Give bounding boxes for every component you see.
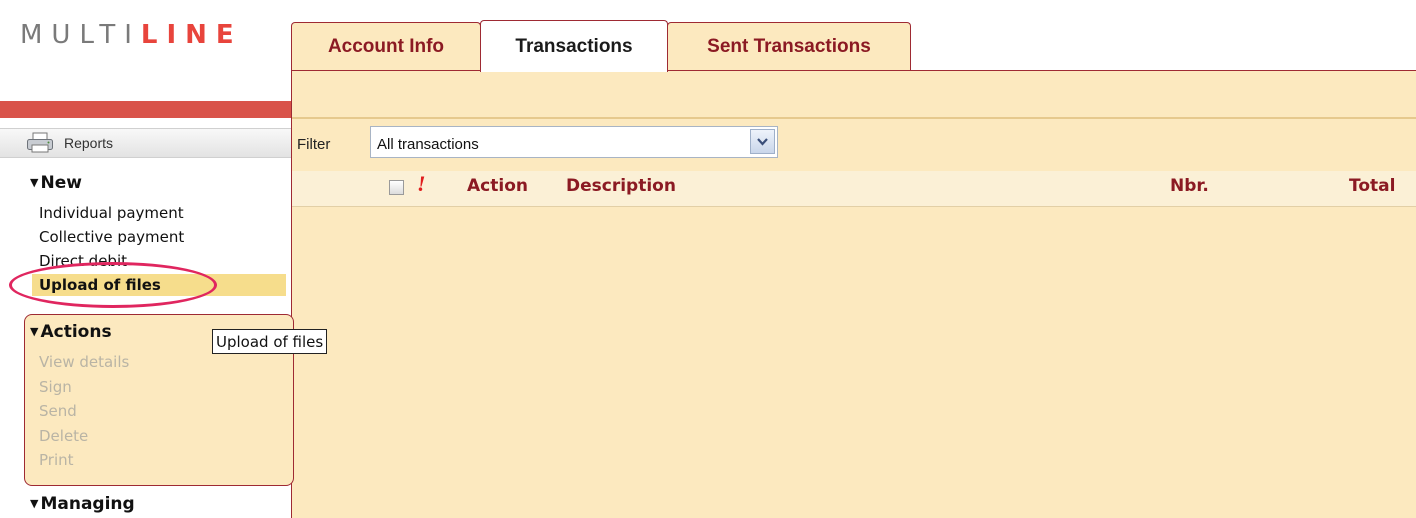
logo-text-multi: MULTI: [20, 20, 141, 50]
action-view-details: View details: [39, 353, 130, 371]
filter-label: Filter: [297, 136, 331, 153]
tab-label: Sent Transactions: [707, 35, 871, 57]
table-header: [292, 171, 1416, 207]
link-collective-payment[interactable]: Collective payment: [39, 228, 184, 246]
tab-account-info[interactable]: Account Info: [291, 22, 481, 70]
annotation-circle: [9, 262, 217, 308]
section-new-header[interactable]: ▼ New: [30, 173, 82, 193]
action-send: Send: [39, 402, 77, 420]
action-print: Print: [39, 451, 74, 469]
section-title: Actions: [40, 322, 112, 342]
triangle-down-icon: ▼: [30, 176, 39, 189]
tab-label: Transactions: [515, 35, 633, 57]
tooltip: Upload of files: [212, 329, 328, 354]
column-header-nbr[interactable]: Nbr.: [1170, 176, 1209, 196]
column-header-description[interactable]: Description: [566, 176, 676, 196]
reports-label: Reports: [64, 135, 114, 151]
column-header-action[interactable]: Action: [467, 176, 528, 196]
section-title: Managing: [40, 494, 135, 514]
section-managing-header[interactable]: ▼ Managing: [30, 494, 135, 514]
tab-label: Account Info: [327, 35, 445, 57]
logo-text-line: LINE: [140, 20, 243, 50]
filter-selected-value: All transactions: [377, 136, 479, 153]
multiline-logo: MULTILINE: [20, 20, 243, 50]
triangle-down-icon: ▼: [30, 325, 39, 338]
chevron-down-icon[interactable]: [750, 129, 775, 154]
printer-icon: [26, 132, 54, 154]
column-header-total[interactable]: Total: [1349, 176, 1395, 196]
panel-divider: [292, 117, 1416, 119]
action-delete: Delete: [39, 427, 89, 445]
sidebar-header-bar: [0, 101, 291, 118]
triangle-down-icon: ▼: [30, 497, 39, 510]
priority-icon: !: [417, 171, 426, 196]
action-sign: Sign: [39, 378, 72, 396]
section-actions-header[interactable]: ▼ Actions: [30, 322, 112, 342]
link-individual-payment[interactable]: Individual payment: [39, 204, 184, 222]
tab-sent-transactions[interactable]: Sent Transactions: [667, 22, 911, 70]
section-title: New: [40, 173, 82, 193]
tab-transactions[interactable]: Transactions: [480, 20, 668, 72]
select-all-checkbox[interactable]: [389, 180, 404, 195]
